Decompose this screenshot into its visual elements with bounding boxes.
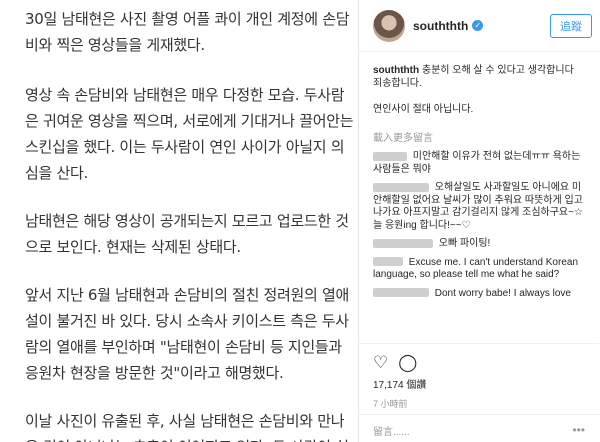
redacted-username: [373, 182, 429, 192]
caption-text: 충분히 오해 살 수 있다고 생각합니다: [419, 65, 574, 76]
post-header: souththth ✓ 追蹤: [359, 0, 600, 52]
heart-icon[interactable]: ♡: [373, 353, 388, 373]
redacted-username: [373, 238, 433, 248]
load-more-comments[interactable]: 載入更多留言: [373, 133, 585, 146]
comment: Excuse me. I can't understand Korean lan…: [373, 257, 585, 282]
article-paragraph: 남태현은 해당 영상이 공개되는지 모르고 업로드한 것으로 보인다. 현재는 …: [25, 212, 349, 256]
username[interactable]: souththth: [413, 19, 468, 33]
comment: 미안해할 이유가 전혀 없는데ㅠㅠ 욕하는 사람들은 뭐야: [373, 151, 585, 176]
verified-badge-icon: ✓: [472, 20, 484, 31]
article-body: 30일 남태현은 사진 촬영 어플 콰이 개인 계정에 손담비와 찍은 영상들을…: [0, 0, 356, 442]
comment-text: Dont worry babe! I always love: [432, 287, 571, 299]
comment: 오빠 파이팅!: [373, 238, 585, 251]
comment: Dont worry babe! I always love: [373, 288, 585, 301]
caption-line: 연인사이 절대 아닙니다.: [373, 104, 474, 115]
comment: 오해살일도 사과할일도 아니에요 미안해할일 없어요 날씨가 많이 추워요 따뜻…: [373, 182, 585, 232]
article-paragraph: 이날 사진이 유출된 후, 사실 남태현은 손담비와 만나온 것이 아니냐는 추…: [25, 412, 349, 442]
comment-bar: 留言...... •••: [359, 414, 599, 442]
redacted-username: [373, 288, 429, 298]
caption-line: 죄송합니다.: [373, 77, 422, 89]
post-timestamp: 7 小時前: [373, 399, 408, 409]
article-paragraph: 앞서 지난 6월 남태현과 손담비의 절친 정려원의 열애설이 불거진 바 있다…: [25, 286, 350, 382]
comment-icon[interactable]: ◯: [398, 353, 417, 373]
comments-list: souththth 충분히 오해 살 수 있다고 생각합니다 죄송합니다. 연인…: [359, 53, 599, 343]
post-actions: ♡ ◯ 17,174 個讚 7 小時前: [359, 343, 599, 410]
redacted-username: [373, 257, 403, 267]
avatar[interactable]: [373, 9, 405, 42]
caption-username[interactable]: souththth: [373, 65, 419, 76]
article-paragraph: 30일 남태현은 사진 촬영 어플 콰이 개인 계정에 손담비와 찍은 영상들을…: [25, 10, 350, 54]
article-paragraph: 영상 속 손담비와 남태현은 매우 다정한 모습. 두사람은 귀여운 영상을 찍…: [25, 86, 354, 182]
comment-text: 오빠 파이팅!: [436, 238, 491, 249]
comment-input[interactable]: 留言......: [373, 423, 410, 438]
instagram-embed: souththth ✓ 追蹤 souththth 충분히 오해 살 수 있다고 …: [358, 0, 600, 442]
post-caption: souththth 충분히 오해 살 수 있다고 생각합니다 죄송합니다. 연인…: [373, 65, 585, 117]
more-options-icon[interactable]: •••: [572, 423, 585, 437]
follow-button[interactable]: 追蹤: [550, 13, 592, 38]
redacted-username: [373, 151, 407, 161]
like-count[interactable]: 17,174 個讚: [373, 376, 585, 391]
comment-text: Excuse me. I can't understand Korean lan…: [373, 256, 579, 281]
